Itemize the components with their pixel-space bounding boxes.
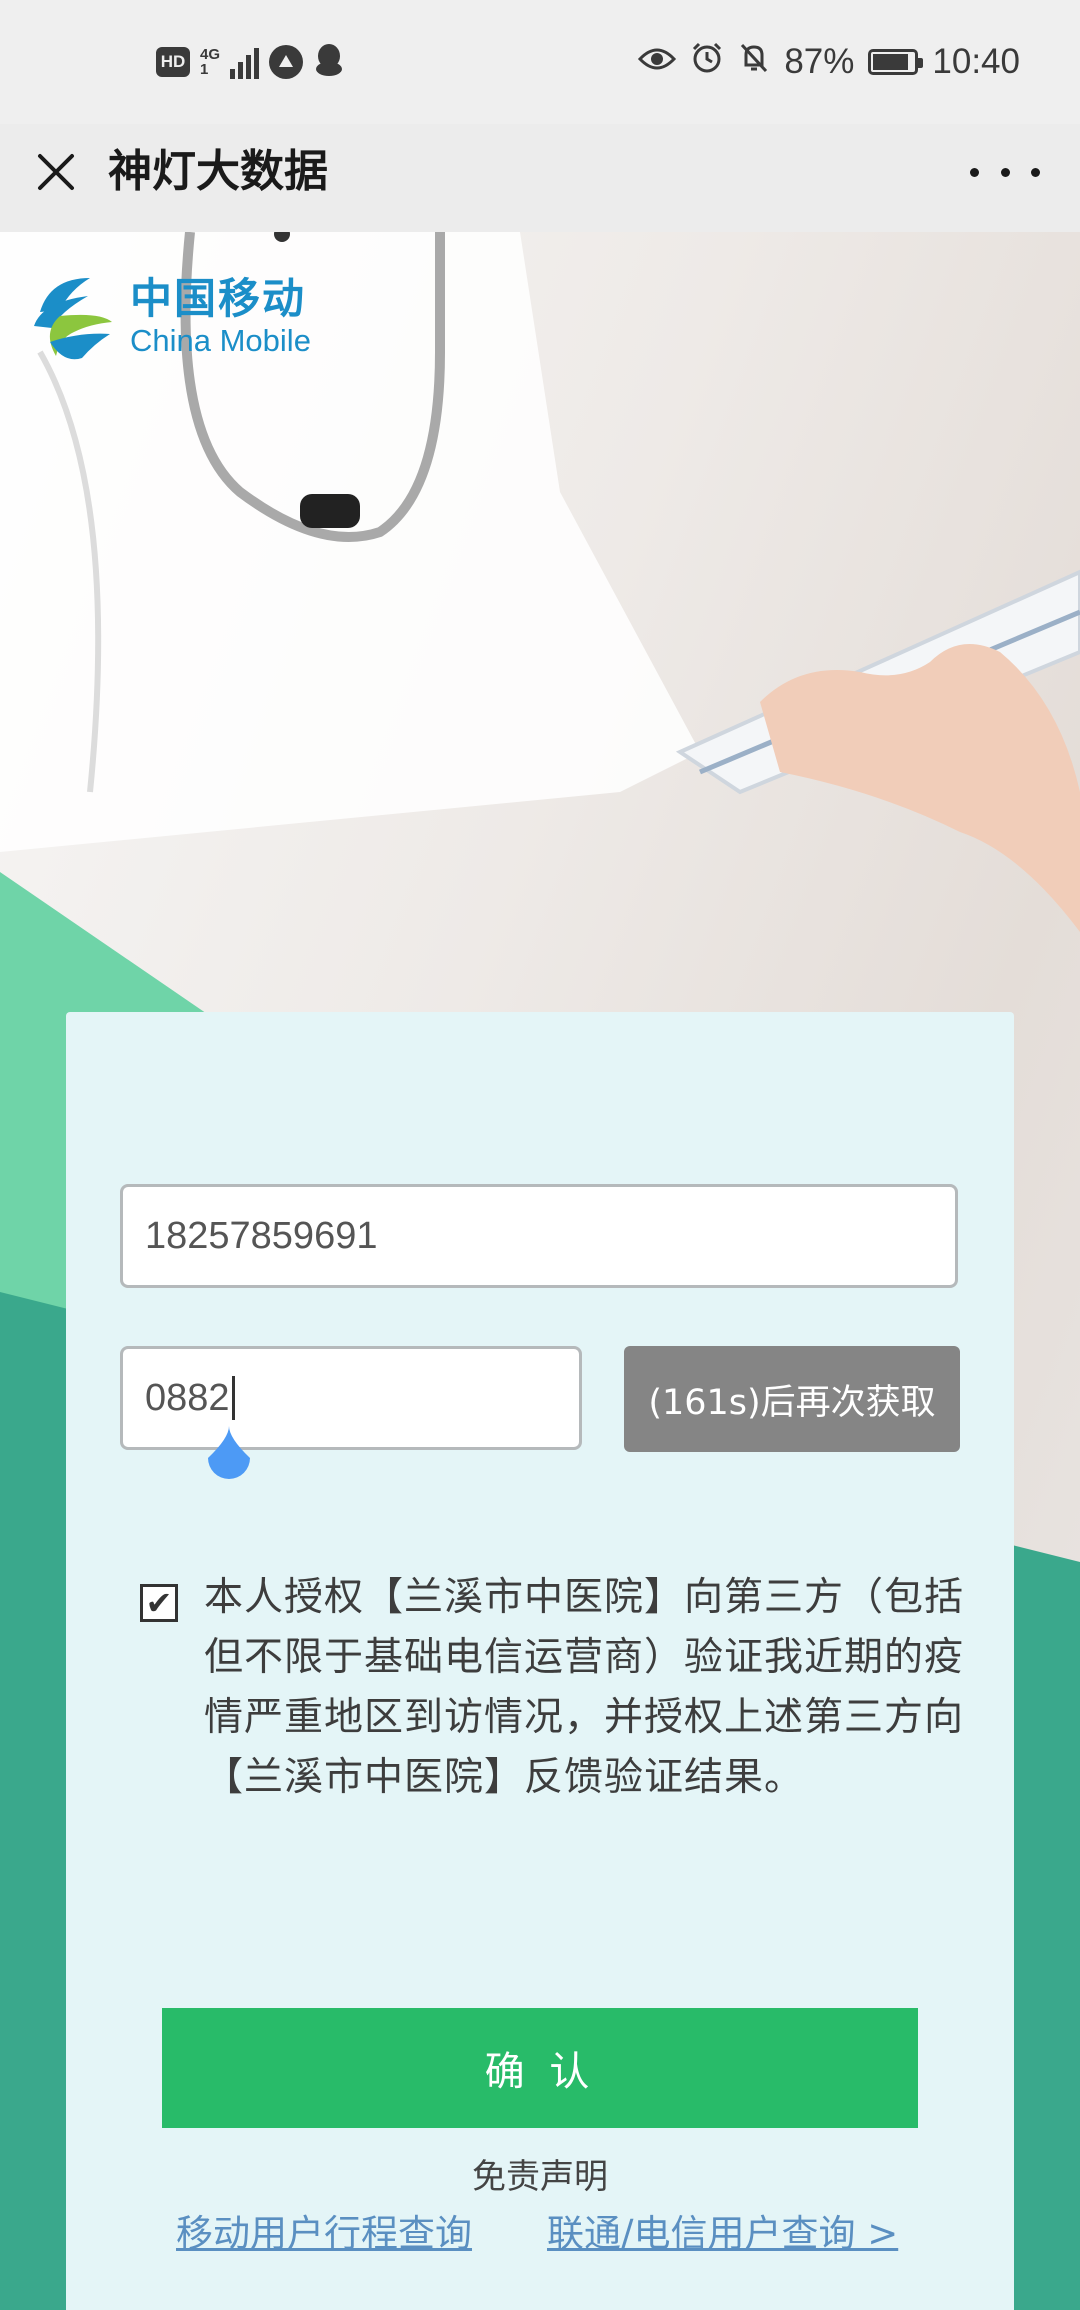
network-sim-label: 1 xyxy=(200,61,209,78)
close-button[interactable] xyxy=(28,144,84,200)
eye-icon xyxy=(638,42,677,82)
network-type-label: 4G xyxy=(200,46,221,63)
app-icon xyxy=(269,45,304,79)
more-dot-icon xyxy=(970,167,979,177)
battery-percent: 87% xyxy=(784,42,855,81)
hero-background: 中国移动 China Mobile 18257859691 0882 (161s… xyxy=(0,232,1080,2310)
phone-input[interactable]: 18257859691 xyxy=(120,1184,958,1288)
alarm-icon xyxy=(690,41,724,84)
verification-code-input[interactable]: 0882 xyxy=(120,1346,582,1450)
signal-icon xyxy=(230,45,260,79)
mobile-trip-query-link[interactable]: 移动用户行程查询 xyxy=(176,2208,472,2260)
title-bar: 神灯大数据 xyxy=(0,124,1080,232)
china-mobile-logo: 中国移动 China Mobile xyxy=(30,272,311,362)
more-dot-icon xyxy=(1000,167,1010,177)
qq-icon xyxy=(313,42,345,82)
verification-card: 18257859691 0882 (161s)后再次获取 ✔ 本人授权【兰溪市中… xyxy=(66,1012,1014,2310)
battery-icon xyxy=(868,49,924,75)
authorization-text: 本人授权【兰溪市中医院】向第三方（包括但不限于基础电信运营商）验证我近期的疫情严… xyxy=(204,1575,965,1800)
checkmark-icon: ✔ xyxy=(145,1584,173,1622)
mute-icon xyxy=(738,41,770,84)
status-bar: HD 4G 1 87% 10:40 xyxy=(0,0,1080,124)
hd-icon: HD xyxy=(156,47,190,77)
close-icon xyxy=(38,154,74,190)
china-mobile-icon xyxy=(34,278,112,360)
clock: 10:40 xyxy=(932,42,1020,81)
disclaimer-link[interactable]: 免责声明 xyxy=(66,2152,1014,2202)
text-caret xyxy=(231,1376,235,1420)
page-title: 神灯大数据 xyxy=(108,146,328,197)
more-dot-icon xyxy=(1031,167,1040,177)
brand-name-cn: 中国移动 xyxy=(130,274,307,323)
brand-name-en: China Mobile xyxy=(130,323,311,358)
resend-code-button[interactable]: (161s)后再次获取 xyxy=(624,1346,960,1452)
authorization-checkbox[interactable]: ✔ xyxy=(140,1584,178,1622)
more-options-button[interactable] xyxy=(970,150,1040,194)
unicom-telecom-query-link[interactable]: 联通/电信用户查询 > xyxy=(547,2208,898,2260)
network-type-icon: 4G 1 xyxy=(200,47,220,77)
status-bar-right: 87% 10:40 xyxy=(638,38,1020,86)
cursor-handle-icon[interactable] xyxy=(200,1424,258,1490)
confirm-button[interactable]: 确 认 xyxy=(162,2008,918,2128)
screen: HD 4G 1 87% 10:40 神灯大数据 中国移动 China Mobil… xyxy=(0,0,1080,2310)
status-bar-left: HD 4G 1 xyxy=(156,40,345,84)
